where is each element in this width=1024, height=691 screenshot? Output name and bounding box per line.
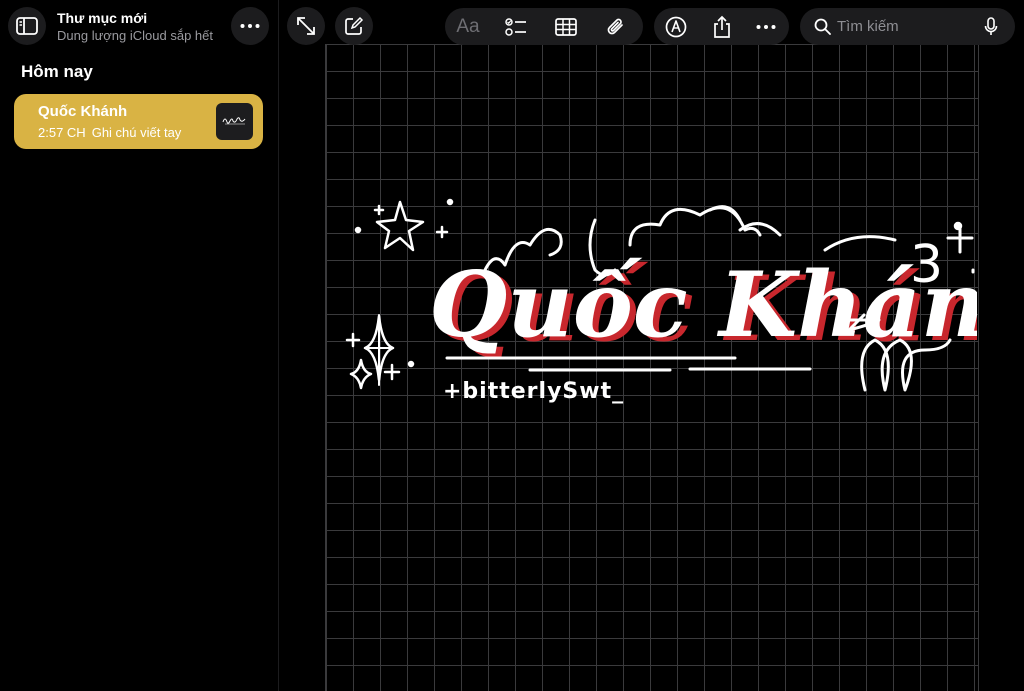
handwritten-drawing: Quốc Khánh Quốc Khánh 3 +bitterlySwt_ — [345, 198, 977, 404]
format-button[interactable]: Aa — [445, 16, 491, 38]
note-time: 2:57 CH — [38, 125, 86, 140]
expand-button[interactable] — [287, 7, 325, 45]
share-button[interactable] — [698, 15, 746, 39]
search-icon — [814, 18, 831, 35]
compose-button[interactable] — [335, 7, 373, 45]
note-thumbnail — [216, 103, 253, 140]
more-icon — [240, 24, 260, 28]
markup-pen-icon — [665, 16, 687, 37]
markup-button[interactable] — [654, 16, 698, 38]
format-label: Aa — [456, 15, 480, 37]
folder-title: Thư mục mới — [57, 10, 148, 26]
share-icon — [714, 15, 730, 38]
note-list-item[interactable]: Quốc Khánh 2:57 CH Ghi chú viết tay — [14, 94, 263, 149]
search-input[interactable] — [837, 15, 977, 37]
sidebar-toggle-button[interactable] — [8, 7, 46, 45]
sidebar-toggle-icon — [16, 17, 38, 35]
handwriting-signature: +bitterlySwt_ — [443, 379, 624, 404]
action-toolbar — [654, 8, 789, 45]
note-type: Ghi chú viết tay — [91, 125, 182, 140]
folder-more-button[interactable] — [231, 7, 269, 45]
note-more-button[interactable] — [746, 24, 786, 29]
search-field[interactable] — [800, 8, 1015, 45]
folder-header: Thư mục mới Dung lượng iCloud sắp hết — [57, 9, 227, 45]
compose-icon — [345, 16, 364, 35]
more-icon — [756, 24, 776, 29]
sidebar: Thư mục mới Dung lượng iCloud sắp hết Hô… — [0, 0, 279, 691]
expand-icon — [297, 17, 315, 35]
format-toolbar: Aa — [445, 8, 643, 45]
folder-storage-warning[interactable]: Dung lượng iCloud sắp hết — [57, 27, 227, 45]
table-button[interactable] — [541, 17, 591, 36]
section-title-today: Hôm nay — [21, 62, 93, 81]
paperclip-icon — [607, 18, 623, 34]
attachment-button[interactable] — [591, 16, 641, 38]
mic-icon[interactable] — [984, 17, 998, 36]
checklist-button[interactable] — [491, 17, 541, 37]
handwriting-number: 3 — [910, 235, 943, 295]
table-icon — [555, 17, 577, 36]
note-title: Quốc Khánh — [38, 103, 128, 120]
note-meta: 2:57 CH Ghi chú viết tay — [38, 125, 181, 140]
checklist-icon — [505, 17, 526, 36]
